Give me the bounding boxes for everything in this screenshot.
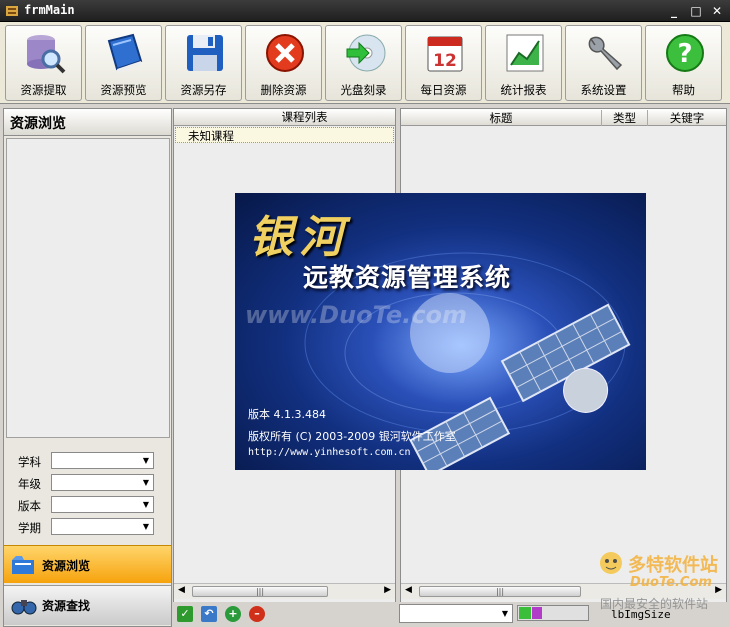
- svg-text:?: ?: [677, 39, 692, 69]
- save-resource-as-button[interactable]: 资源另存: [165, 25, 242, 101]
- list-item[interactable]: 未知课程: [175, 127, 394, 143]
- folder-icon: [12, 556, 34, 574]
- filter-label-grade: 年级: [18, 477, 41, 491]
- filter-label-term: 学期: [18, 521, 41, 535]
- column-keyword[interactable]: 关键字: [647, 110, 726, 126]
- toolbar-label: 删除资源: [260, 83, 307, 97]
- wrench-icon: [588, 36, 623, 71]
- chevron-down-icon: ▼: [142, 456, 149, 465]
- left-panel: 资源浏览 学科 ▼ 年级 ▼ 版本 ▼ 学期 ▼ 资源浏览 资源查找: [3, 108, 172, 627]
- database-search-icon: [27, 35, 66, 74]
- watermark-line3: 国内最安全的软件站: [600, 597, 709, 611]
- close-button[interactable]: ✕: [709, 3, 725, 19]
- chevron-down-icon: ▼: [142, 522, 149, 531]
- column-type[interactable]: 类型: [601, 110, 647, 126]
- title-bar: frmMain _ □ ✕: [0, 0, 730, 22]
- filter-label-edition: 版本: [18, 499, 41, 513]
- image-size-select[interactable]: ▼: [399, 604, 513, 623]
- watermark-text: www.DuoTe.com: [245, 301, 467, 329]
- term-select[interactable]: ▼: [51, 518, 154, 535]
- nav-resource-browse[interactable]: 资源浏览: [4, 545, 171, 583]
- edition-select[interactable]: ▼: [51, 496, 154, 513]
- splash-brand: 银河: [249, 212, 349, 263]
- toolbar-label: 系统设置: [580, 83, 627, 97]
- scroll-right-icon[interactable]: ▶: [384, 585, 391, 595]
- filter-label-subject: 学科: [18, 455, 41, 469]
- undo-icon[interactable]: ↶: [201, 606, 217, 622]
- toolbar-label: 每日资源: [420, 83, 467, 97]
- watermark-line2: DuoTe.Com: [630, 575, 712, 590]
- app-icon: [6, 6, 18, 16]
- copyright-text: 版权所有 (C) 2003-2009 银河软件工作室: [248, 430, 456, 443]
- chevron-down-icon: ▼: [142, 478, 149, 487]
- nav-resource-search[interactable]: 资源查找: [4, 585, 171, 625]
- help-button[interactable]: ? 帮助: [645, 25, 722, 101]
- binoculars-icon: [11, 600, 37, 615]
- scroll-left-icon[interactable]: ◀: [405, 585, 412, 595]
- watermark-line1: 多特软件站: [628, 555, 718, 576]
- resource-list-header: 标题 类型 关键字: [401, 109, 726, 126]
- add-icon[interactable]: +: [225, 606, 241, 622]
- extract-resource-button[interactable]: 资源提取: [5, 25, 82, 101]
- site-watermark: 多特软件站 DuoTe.Com 国内最安全的软件站: [596, 549, 726, 619]
- window-title: frmMain: [24, 3, 75, 17]
- mascot-icon: [600, 552, 622, 574]
- statistics-report-button[interactable]: 统计报表: [485, 25, 562, 101]
- help-icon: ?: [666, 34, 704, 72]
- scroll-thumb[interactable]: |||: [419, 586, 581, 597]
- progress-bar: [517, 605, 589, 621]
- check-icon[interactable]: ✓: [177, 606, 193, 622]
- course-list-header: 课程列表: [174, 109, 395, 126]
- daily-resource-button[interactable]: 12 每日资源: [405, 25, 482, 101]
- svg-text:12: 12: [433, 51, 457, 71]
- toolbar: 资源提取 资源预览 资源另存 删除资源 光盘刻录 12 每日资源 统计报表 系统…: [0, 22, 730, 104]
- horizontal-scrollbar[interactable]: ◀ ||| ▶: [174, 583, 395, 599]
- remove-icon[interactable]: –: [249, 606, 265, 622]
- system-settings-button[interactable]: 系统设置: [565, 25, 642, 101]
- column-title[interactable]: 标题: [401, 110, 601, 126]
- panel-header: 资源浏览: [4, 109, 171, 136]
- calendar-icon: 12: [427, 36, 463, 72]
- scroll-thumb[interactable]: |||: [192, 586, 328, 597]
- floppy-disk-icon: [187, 35, 223, 71]
- panel-title: 资源浏览: [10, 116, 66, 132]
- version-text: 版本 4.1.3.484: [248, 408, 326, 421]
- toolbar-label: 光盘刻录: [340, 83, 387, 97]
- scroll-left-icon[interactable]: ◀: [178, 585, 185, 595]
- subject-select[interactable]: ▼: [51, 452, 154, 469]
- toolbar-label: 资源另存: [180, 83, 227, 97]
- chevron-down-icon: ▼: [142, 500, 149, 509]
- toolbar-label: 资源预览: [100, 83, 147, 97]
- delete-resource-button[interactable]: 删除资源: [245, 25, 322, 101]
- resource-tree[interactable]: [6, 138, 170, 438]
- toolbar-label: 资源提取: [20, 83, 67, 97]
- preview-resource-button[interactable]: 资源预览: [85, 25, 162, 101]
- toolbar-label: 帮助: [672, 83, 695, 97]
- book-icon: [107, 33, 143, 73]
- cd-burn-icon: [346, 34, 386, 72]
- minimize-button[interactable]: _: [666, 3, 682, 19]
- nav-label: 资源查找: [42, 599, 91, 613]
- maximize-button[interactable]: □: [688, 3, 704, 19]
- delete-icon: [266, 34, 304, 72]
- burn-disc-button[interactable]: 光盘刻录: [325, 25, 402, 101]
- chevron-down-icon: ▼: [501, 609, 508, 618]
- nav-label: 资源浏览: [42, 559, 91, 573]
- toolbar-label: 统计报表: [500, 83, 547, 97]
- splash-screen: 银河 远教资源管理系统 www.DuoTe.com 版本 4.1.3.484 版…: [235, 193, 646, 470]
- url-text: http://www.yinhesoft.com.cn: [248, 447, 411, 458]
- grade-select[interactable]: ▼: [51, 474, 154, 491]
- chart-icon: [506, 34, 544, 72]
- splash-subtitle: 远教资源管理系统: [303, 263, 512, 292]
